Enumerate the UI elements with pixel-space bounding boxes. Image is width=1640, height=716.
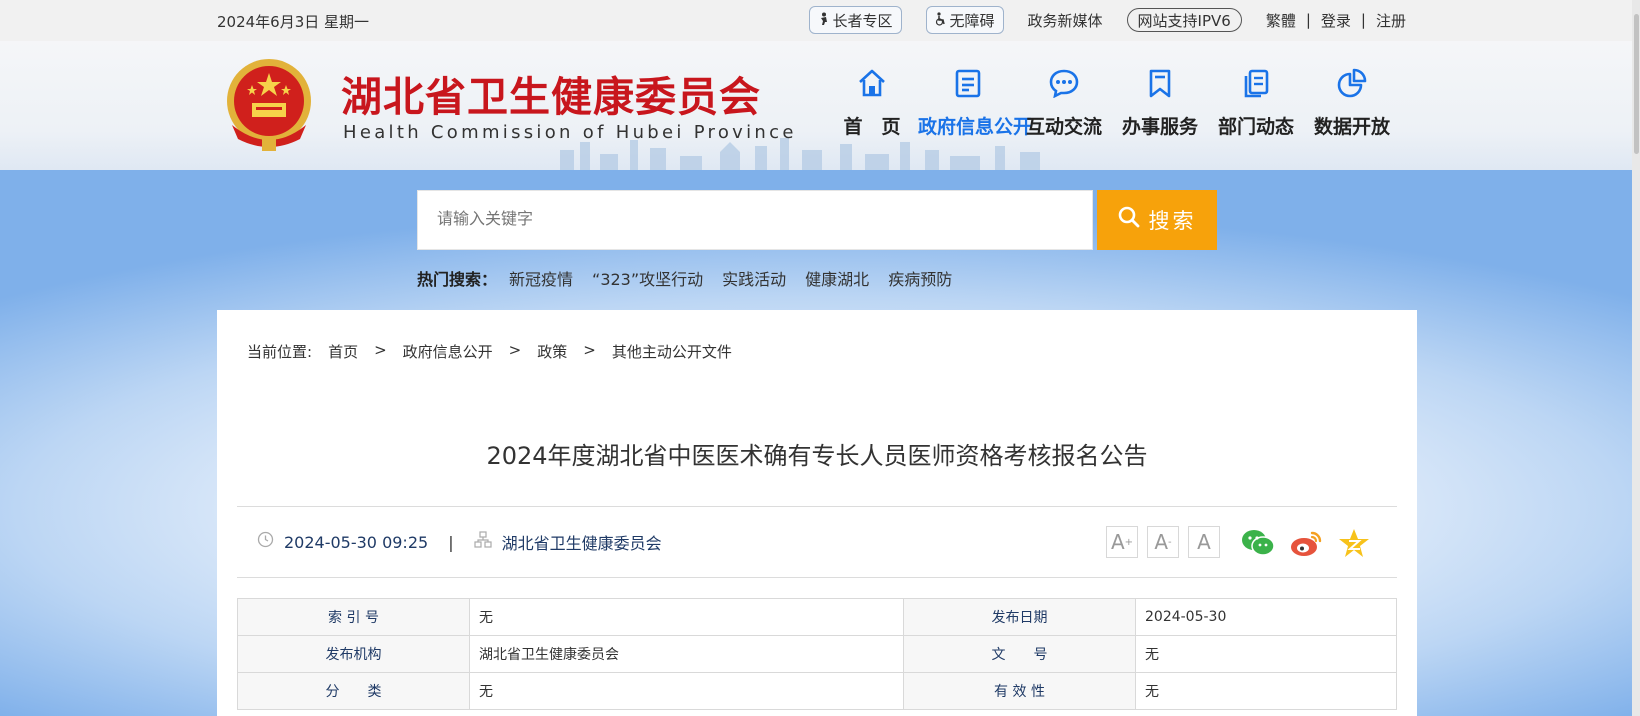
- breadcrumb-item-gov-info[interactable]: 政府信息公开: [403, 341, 493, 362]
- publish-source: 湖北省卫生健康委员会: [501, 534, 662, 553]
- breadcrumb-separator: >: [583, 341, 596, 359]
- nav-open-data[interactable]: 数据开放: [1302, 65, 1402, 139]
- nav-gov-info[interactable]: 政府信息公开: [918, 65, 1033, 139]
- traditional-chinese-link[interactable]: 繁體: [1266, 10, 1296, 31]
- info-key: 发布机构: [237, 635, 470, 673]
- nav-interaction[interactable]: 互动交流: [1014, 65, 1114, 139]
- hot-search-label: 热门搜索：: [417, 270, 498, 289]
- table-row: 分 类 无 有 效 性 无: [237, 672, 1397, 710]
- hot-search-item[interactable]: 疾病预防: [888, 266, 952, 290]
- hot-searches: 热门搜索： 新冠疫情 “323”攻坚行动 实践活动 健康湖北 疾病预防: [417, 266, 971, 290]
- accessibility-label: 无障碍: [949, 11, 995, 30]
- article-meta: 2024-05-30 09:25 | 湖北省卫生健康委员会: [257, 530, 662, 554]
- table-row: 发布机构 湖北省卫生健康委员会 文 号 无: [237, 635, 1397, 673]
- font-size-controls: A + A- A: [1106, 526, 1220, 558]
- divider: [237, 506, 1397, 507]
- weibo-icon[interactable]: [1289, 526, 1323, 560]
- hot-search-item[interactable]: 健康湖北: [805, 266, 869, 290]
- nav-home[interactable]: 首 页: [822, 65, 922, 139]
- font-increase-label: A: [1110, 530, 1125, 554]
- organization-icon: [473, 531, 492, 553]
- document-list-icon: [918, 65, 1018, 101]
- national-emblem-logo: [227, 59, 311, 151]
- divider: |: [1360, 11, 1366, 29]
- info-value: 湖北省卫生健康委员会: [469, 635, 904, 673]
- hot-search-item[interactable]: 新冠疫情: [509, 266, 573, 290]
- search-button-label: 搜索: [1148, 210, 1197, 233]
- table-row: 索 引 号 无 发布日期 2024-05-30: [237, 598, 1397, 636]
- article-title: 2024年度湖北省中医医术确有专长人员医师资格考核报名公告: [486, 442, 1148, 470]
- info-key: 分 类: [237, 672, 470, 710]
- nav-home-label: 首 页: [843, 116, 901, 138]
- nav-services[interactable]: 办事服务: [1110, 65, 1210, 139]
- article-card: 当前位置: 首页 > 政府信息公开 > 政策 > 其他主动公开文件 2024年度…: [217, 310, 1417, 716]
- info-value: 无: [1135, 672, 1397, 710]
- gov-media-link[interactable]: 政务新媒体: [1028, 10, 1103, 31]
- nav-open-data-label: 数据开放: [1313, 116, 1390, 138]
- bookmark-icon: [1110, 65, 1210, 101]
- breadcrumb-prefix: 当前位置:: [247, 343, 313, 361]
- font-increase-button[interactable]: A +: [1106, 526, 1138, 558]
- nav-gov-info-label: 政府信息公开: [918, 116, 1033, 138]
- info-value: 2024-05-30: [1135, 598, 1397, 636]
- pie-chart-icon: [1302, 65, 1402, 101]
- divider: |: [1305, 11, 1311, 29]
- info-key: 索 引 号: [237, 598, 470, 636]
- site-header: 湖北省卫生健康委员会 Health Commission of Hubei Pr…: [0, 41, 1640, 170]
- breadcrumb-separator: >: [508, 341, 522, 359]
- search-icon: [1118, 206, 1140, 234]
- top-links: 长者专区 无障碍 政务新媒体 网站支持IPV6 繁體 | 登录 | 注册: [785, 6, 1406, 34]
- nav-interaction-label: 互动交流: [1025, 116, 1102, 138]
- elder-zone-link[interactable]: 长者专区: [808, 6, 902, 34]
- info-key: 文 号: [903, 635, 1136, 673]
- hot-search-item[interactable]: “323”攻坚行动: [592, 266, 703, 290]
- meta-separator: |: [448, 532, 454, 552]
- font-reset-label: A: [1197, 530, 1211, 554]
- info-key: 有 效 性: [903, 672, 1136, 710]
- nav-services-label: 办事服务: [1121, 116, 1198, 138]
- font-increase-sign: +: [1124, 536, 1134, 548]
- wheelchair-icon: [935, 11, 947, 29]
- site-title-chinese[interactable]: 湖北省卫生健康委员会: [341, 63, 761, 123]
- qzone-star-icon[interactable]: [1337, 526, 1371, 560]
- font-decrease-label: A: [1154, 530, 1169, 554]
- info-key: 发布日期: [903, 598, 1136, 636]
- font-decrease-button[interactable]: A-: [1147, 526, 1179, 558]
- copy-document-icon: [1206, 65, 1306, 101]
- login-link[interactable]: 登录: [1321, 10, 1351, 31]
- font-reset-button[interactable]: A: [1188, 526, 1220, 558]
- scrollbar-thumb[interactable]: [1634, 14, 1639, 154]
- elder-zone-label: 长者专区: [832, 11, 893, 30]
- breadcrumb: 当前位置: 首页 > 政府信息公开 > 政策 > 其他主动公开文件: [247, 341, 732, 362]
- font-decrease-sign: -: [1168, 536, 1172, 548]
- home-icon: [822, 65, 922, 101]
- divider: [237, 577, 1397, 578]
- top-bar: 2024年6月3日 星期一 长者专区 无障碍 政务新媒体 网站支持IPV6 繁體…: [0, 0, 1640, 41]
- document-info-table: 索 引 号 无 发布日期 2024-05-30 发布机构 湖北省卫生健康委员会 …: [237, 598, 1397, 710]
- register-link[interactable]: 注册: [1376, 10, 1406, 31]
- breadcrumb-separator: >: [374, 341, 387, 359]
- hot-search-item[interactable]: 实践活动: [722, 266, 786, 290]
- clock-icon: [257, 531, 274, 553]
- main-nav: 首 页 政府信息公开 互动交流 办事服务 部门动态 数据开放: [822, 65, 1398, 139]
- nav-news-label: 部门动态: [1217, 116, 1294, 138]
- chat-bubble-icon: [1014, 65, 1114, 101]
- publish-datetime: 2024-05-30 09:25: [284, 532, 429, 552]
- share-buttons: [1241, 526, 1371, 560]
- breadcrumb-item-policy[interactable]: 政策: [537, 341, 567, 362]
- site-title-english: Health Commission of Hubei Province: [343, 122, 797, 143]
- elder-person-icon: [818, 12, 830, 29]
- accessibility-link[interactable]: 无障碍: [925, 6, 1004, 34]
- breadcrumb-item-other-files[interactable]: 其他主动公开文件: [612, 341, 732, 362]
- info-value: 无: [1135, 635, 1397, 673]
- nav-news[interactable]: 部门动态: [1206, 65, 1306, 139]
- wechat-icon[interactable]: [1241, 526, 1275, 560]
- current-date: 2024年6月3日 星期一: [217, 13, 370, 31]
- ipv6-badge: 网站支持IPV6: [1126, 8, 1242, 32]
- breadcrumb-item-home[interactable]: 首页: [328, 341, 358, 362]
- info-value: 无: [469, 672, 904, 710]
- search-input[interactable]: [417, 190, 1093, 250]
- search-button[interactable]: 搜索: [1097, 190, 1217, 250]
- info-value: 无: [469, 598, 904, 636]
